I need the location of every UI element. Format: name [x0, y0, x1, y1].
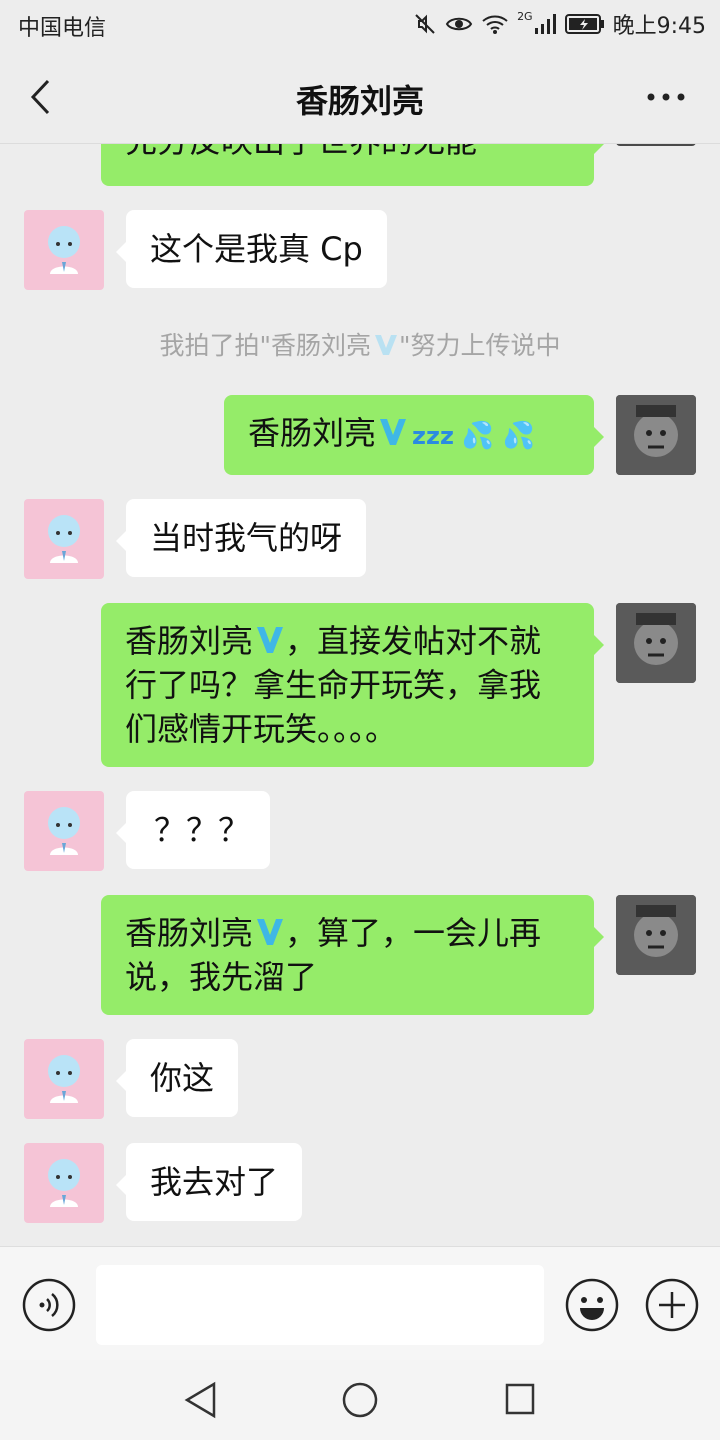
- avatar-image-icon: [48, 807, 80, 855]
- avatar[interactable]: [24, 210, 104, 290]
- avatar[interactable]: [616, 603, 696, 683]
- verified-v-icon: [375, 335, 397, 355]
- message-bubble-sent[interactable]: 香肠刘亮 ，直接发帖对不就 行了吗？拿生命开玩笑，拿我 们感情开玩笑。。。。: [101, 603, 604, 767]
- avatar-image-icon: [48, 1055, 80, 1103]
- mention-name: 香肠刘亮: [125, 914, 254, 952]
- message-bubble-received[interactable]: ？？？: [116, 791, 270, 869]
- more-button[interactable]: [642, 80, 690, 114]
- network-label: 2G: [517, 9, 533, 23]
- wifi-icon: [482, 15, 508, 34]
- avatar[interactable]: [616, 895, 696, 975]
- verified-v-icon: [257, 919, 284, 945]
- message-text-line: 说，我先溜了: [125, 958, 318, 996]
- message-bubble-received[interactable]: 你这: [115, 1039, 239, 1117]
- message-text-line: 们感情开玩笑。。。。: [125, 710, 398, 748]
- battery-icon: [564, 14, 604, 34]
- mention-name: 香肠刘亮: [248, 414, 377, 452]
- plus-button[interactable]: [645, 1278, 699, 1332]
- title-bar: 香肠刘亮: [0, 50, 720, 144]
- avatar[interactable]: [616, 144, 696, 146]
- message-bubble-sent[interactable]: 充分反映出了世界的无能: [101, 144, 604, 186]
- circle-home-icon: [342, 1382, 378, 1418]
- input-bar: [0, 1246, 720, 1360]
- message-bubble-sent[interactable]: 香肠刘亮 zzz 💦 💦: [224, 395, 604, 475]
- message-text: 你这: [150, 1059, 215, 1097]
- message-text-line: ，算了，一会儿再: [285, 914, 542, 952]
- status-icons: 2G 晚上9:45: [413, 8, 706, 40]
- system-text-before: 我拍了拍"香肠刘亮: [159, 331, 372, 360]
- avatar[interactable]: [24, 1143, 104, 1223]
- chat-area[interactable]: 充分反映出了世界的无能 这个是我真 Cp 我拍了拍"香肠刘亮 "努力上传说中 香肠…: [0, 144, 720, 1246]
- message-bubble-received[interactable]: 这个是我真 Cp: [116, 210, 387, 288]
- emoji-button[interactable]: [565, 1278, 619, 1332]
- message-text: 我去对了: [150, 1163, 279, 1201]
- avatar-image-icon: [48, 226, 80, 274]
- system-nav-bar: [0, 1360, 720, 1440]
- message-text: 当时我气的呀: [150, 519, 343, 557]
- avatar-image-icon: [616, 603, 696, 683]
- message-text: ？？？: [154, 811, 251, 849]
- eye-icon: [445, 17, 473, 31]
- message-text: 这个是我真 Cp: [150, 230, 363, 268]
- avatar[interactable]: [24, 791, 104, 871]
- message-bubble-received[interactable]: 当时我气的呀: [115, 499, 367, 577]
- nav-home-button[interactable]: [340, 1380, 380, 1424]
- verified-v-icon: [380, 419, 407, 445]
- voice-button[interactable]: [22, 1278, 76, 1332]
- message-text-line: ，直接发帖对不就: [285, 622, 542, 660]
- status-bar: 中国电信 2G 晚上9:45: [0, 0, 720, 50]
- carrier-label: 中国电信: [18, 16, 107, 41]
- signal-icon: [534, 14, 556, 34]
- zzz-emoji: zzz: [412, 422, 454, 450]
- plus-icon: [645, 1278, 699, 1332]
- nav-recent-button[interactable]: [504, 1382, 536, 1420]
- chevron-left-icon: [30, 79, 50, 115]
- more-dots-icon: [647, 93, 685, 101]
- avatar-image-icon: [48, 1159, 80, 1207]
- mute-icon: [415, 14, 435, 34]
- message-bubble-received[interactable]: 我去对了: [115, 1143, 303, 1221]
- message-text: 充分反映出了世界的无能: [125, 144, 477, 160]
- avatar[interactable]: [24, 499, 104, 579]
- sweat-emoji: 💦 💦: [461, 421, 535, 451]
- message-text-line: 行了吗？拿生命开玩笑，拿我: [125, 666, 542, 704]
- avatar-image-icon: [616, 895, 696, 975]
- back-button[interactable]: [20, 74, 60, 120]
- voice-icon: [22, 1278, 76, 1332]
- clock: 晚上9:45: [612, 14, 706, 39]
- avatar-image-icon: [616, 395, 696, 475]
- nav-back-button[interactable]: [182, 1380, 218, 1424]
- verified-v-icon: [257, 627, 284, 653]
- mention-name: 香肠刘亮: [125, 622, 254, 660]
- system-text-after: "努力上传说中: [399, 331, 561, 360]
- square-recent-icon: [505, 1383, 535, 1415]
- message-bubble-sent[interactable]: 香肠刘亮 ，算了，一会儿再 说，我先溜了: [101, 895, 604, 1015]
- system-message: 我拍了拍"香肠刘亮 "努力上传说中: [0, 326, 720, 362]
- emoji-icon: [565, 1278, 619, 1332]
- avatar[interactable]: [616, 395, 696, 475]
- avatar[interactable]: [24, 1039, 104, 1119]
- avatar-image-icon: [48, 515, 80, 563]
- chat-title: 香肠刘亮: [295, 82, 424, 120]
- message-input[interactable]: [96, 1265, 544, 1345]
- triangle-back-icon: [184, 1381, 216, 1419]
